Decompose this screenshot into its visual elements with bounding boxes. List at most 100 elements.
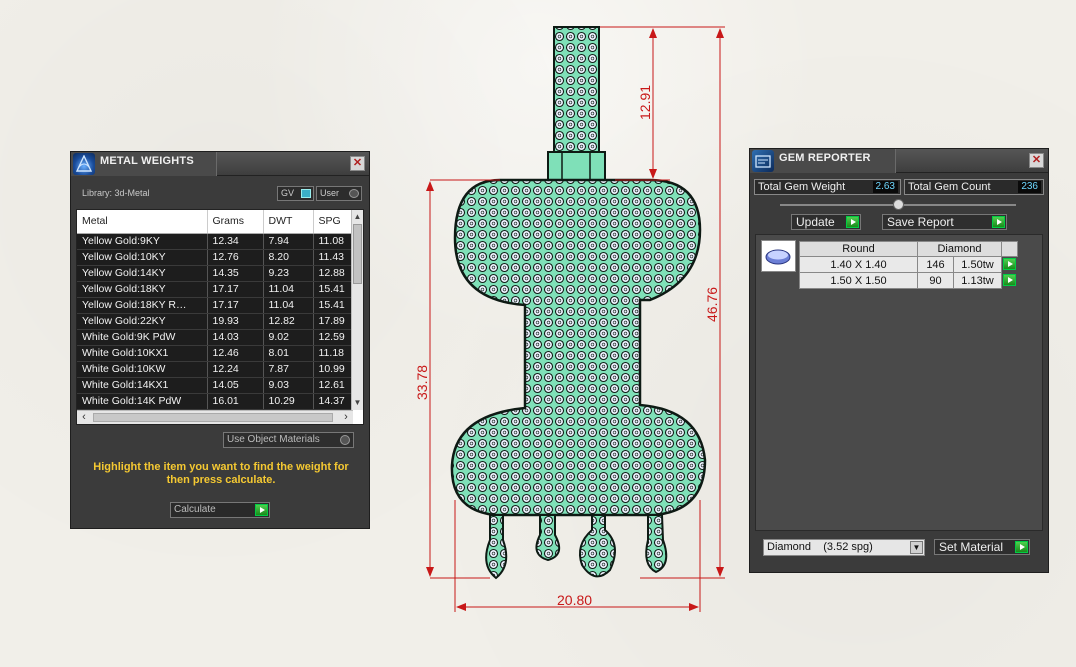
dim-bail-height: 12.91 [637, 85, 653, 120]
user-toggle[interactable]: User [316, 186, 362, 201]
dim-width: 20.80 [557, 592, 592, 608]
hscroll-thumb[interactable] [93, 413, 333, 422]
total-gem-count-label: Total Gem Count [908, 181, 991, 193]
total-gem-weight-field: Total Gem Weight 2.63 [754, 179, 901, 195]
close-icon[interactable]: ✕ [350, 156, 365, 171]
round-diamond-icon [765, 249, 791, 265]
metal-name: Yellow Gold:22KY [77, 313, 208, 330]
dwt-value: 9.02 [263, 329, 314, 346]
col-header-round: Round [799, 241, 918, 257]
play-icon [1003, 258, 1016, 270]
pendant-drawing: 12.91 46.76 33.78 20.80 [414, 26, 725, 612]
gem-row-select[interactable] [1001, 256, 1018, 273]
grams-value: 19.93 [207, 313, 264, 330]
total-gem-count-field: Total Gem Count 236 [904, 179, 1044, 195]
table-row[interactable]: White Gold:14K PdW 16.01 10.29 14.37 [77, 393, 354, 410]
metal-name: White Gold:10KW [77, 361, 208, 378]
gem-size: 1.50 X 1.50 [799, 272, 918, 289]
material-select[interactable]: Diamond (3.52 spg) ▼ [763, 539, 925, 556]
table-row[interactable]: Yellow Gold:10KY 12.76 8.20 11.43 [77, 249, 354, 266]
horizontal-scrollbar[interactable]: ‹ › [77, 410, 353, 424]
calculate-button[interactable]: Calculate [170, 502, 270, 518]
col-header-grams[interactable]: Grams [207, 210, 264, 234]
scroll-up-icon[interactable]: ▲ [352, 211, 363, 223]
close-icon[interactable]: ✕ [1029, 153, 1044, 168]
col-header-spg[interactable]: SPG [313, 210, 354, 234]
save-report-button[interactable]: Save Report [882, 214, 1007, 230]
dwt-value: 8.01 [263, 345, 314, 362]
dim-total-height: 46.76 [704, 287, 720, 322]
play-icon [1003, 273, 1016, 286]
vertical-scrollbar[interactable]: ▲ ▼ [351, 210, 363, 410]
table-row[interactable]: White Gold:14KX1 14.05 9.03 12.61 [77, 377, 354, 394]
scroll-down-icon[interactable]: ▼ [352, 397, 363, 409]
table-row[interactable]: White Gold:9K PdW 14.03 9.02 12.59 [77, 329, 354, 346]
spg-value: 14.37 [313, 393, 354, 410]
user-label: User [320, 188, 340, 198]
metal-name: Yellow Gold:14KY [77, 265, 208, 282]
spg-value: 11.43 [313, 249, 354, 266]
gem-weight: 1.13tw [953, 272, 1002, 289]
chevron-down-icon[interactable]: ▼ [910, 541, 923, 554]
metal-name: White Gold:14KX1 [77, 377, 208, 394]
metal-name: Yellow Gold:18KY R… [77, 297, 208, 314]
update-button[interactable]: Update [791, 214, 861, 230]
gem-row[interactable]: 1.50 X 1.50 90 1.13tw [799, 272, 1018, 289]
dwt-value: 7.94 [263, 233, 314, 250]
metal-name: White Gold:10KX1 [77, 345, 208, 362]
scroll-left-icon[interactable]: ‹ [77, 411, 91, 424]
table-row[interactable]: Yellow Gold:22KY 19.93 12.82 17.89 [77, 313, 354, 330]
col-header-metal[interactable]: Metal [77, 210, 208, 234]
scroll-thumb[interactable] [353, 224, 362, 284]
table-row[interactable]: Yellow Gold:9KY 12.34 7.94 11.08 [77, 233, 354, 250]
spg-value: 12.59 [313, 329, 354, 346]
grams-value: 12.34 [207, 233, 264, 250]
play-icon [1015, 541, 1028, 553]
metal-name: White Gold:14K PdW [77, 393, 208, 410]
table-row[interactable]: Yellow Gold:14KY 14.35 9.23 12.88 [77, 265, 354, 282]
material-select-value: Diamond (3.52 spg) [767, 541, 873, 553]
total-gem-weight-label: Total Gem Weight [758, 181, 846, 193]
metal-weights-titlebar[interactable]: METAL WEIGHTS ✕ [71, 152, 369, 176]
gem-count: 90 [917, 272, 954, 289]
calculate-label: Calculate [174, 504, 216, 515]
user-knob [349, 189, 359, 198]
spg-value: 15.41 [313, 297, 354, 314]
gem-size: 1.40 X 1.40 [799, 256, 918, 273]
use-object-materials-label: Use Object Materials [227, 434, 320, 445]
spg-value: 10.99 [313, 361, 354, 378]
grams-value: 16.01 [207, 393, 264, 410]
gv-toggle[interactable]: GV [277, 186, 314, 201]
dwt-value: 11.04 [263, 281, 314, 298]
gv-knob [301, 189, 311, 198]
use-object-materials-toggle[interactable]: Use Object Materials [223, 432, 354, 448]
table-row[interactable]: White Gold:10KX1 12.46 8.01 11.18 [77, 345, 354, 362]
spg-value: 11.18 [313, 345, 354, 362]
total-gem-weight-value: 2.63 [872, 181, 898, 193]
metal-name: White Gold:9K PdW [77, 329, 208, 346]
gem-table-header: Round Diamond [799, 241, 1018, 257]
gem-thumbnail[interactable] [761, 240, 796, 272]
set-material-button[interactable]: Set Material [934, 539, 1030, 555]
spg-value: 17.89 [313, 313, 354, 330]
scroll-right-icon[interactable]: › [339, 411, 353, 424]
library-label: Library: 3d-Metal [82, 188, 150, 198]
slider-knob[interactable] [893, 199, 904, 210]
gem-reporter-titlebar[interactable]: GEM REPORTER ✕ [750, 149, 1048, 173]
table-row[interactable]: Yellow Gold:18KY R… 17.17 11.04 15.41 [77, 297, 354, 314]
metal-weights-logo-icon [73, 153, 95, 175]
bail [547, 26, 606, 181]
instruction-text: Highlight the item you want to find the … [93, 461, 349, 486]
table-row[interactable]: White Gold:10KW 12.24 7.87 10.99 [77, 361, 354, 378]
gem-row-select[interactable] [1001, 272, 1018, 289]
header-spacer [1001, 241, 1018, 257]
set-material-label: Set Material [939, 540, 1004, 554]
spg-value: 12.88 [313, 265, 354, 282]
gem-row[interactable]: 1.40 X 1.40 146 1.50tw [799, 256, 1018, 273]
metal-weights-title: METAL WEIGHTS [100, 155, 194, 167]
table-row[interactable]: Yellow Gold:18KY 17.17 11.04 15.41 [77, 281, 354, 298]
pendant-body [450, 178, 707, 580]
dim-body-height: 33.78 [414, 365, 430, 400]
col-header-dwt[interactable]: DWT [263, 210, 314, 234]
gem-list-area: Round Diamond 1.40 X 1.40 146 1.50tw 1.5… [755, 234, 1043, 531]
